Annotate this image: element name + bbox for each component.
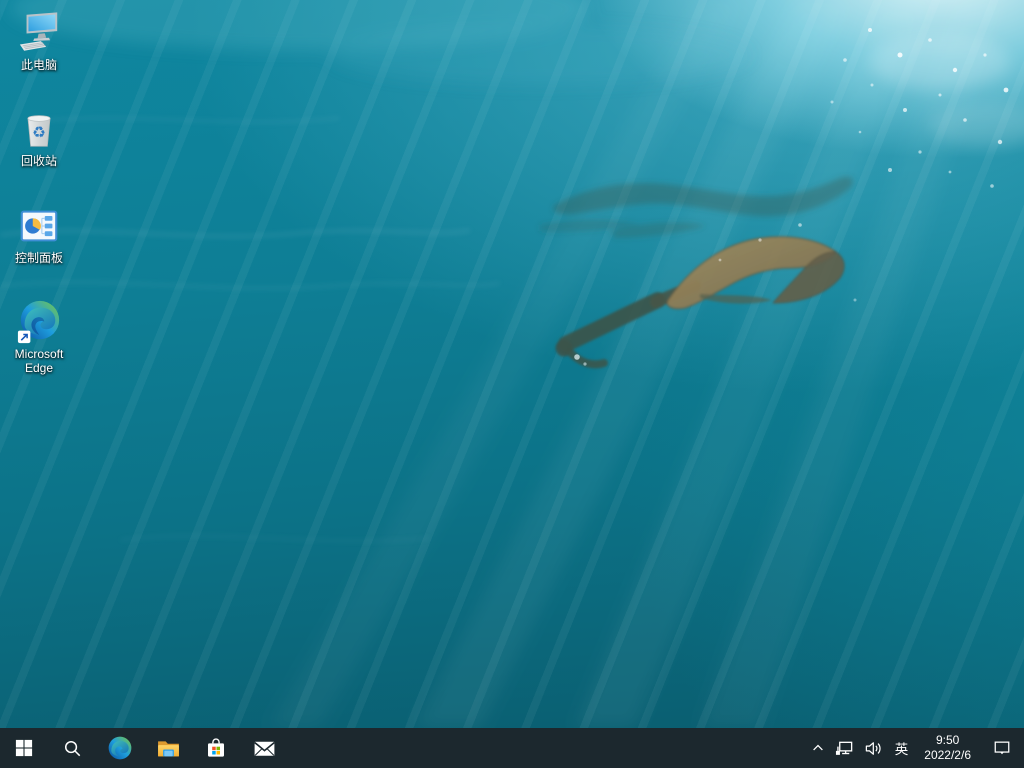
show-hidden-icons-button[interactable] — [806, 728, 830, 768]
search-button[interactable] — [48, 728, 96, 768]
microsoft-edge-icon — [16, 299, 62, 345]
store-bag-icon — [204, 736, 228, 760]
language-indicator[interactable]: 英 — [888, 728, 916, 768]
folder-icon — [156, 736, 181, 761]
taskbar-clock[interactable]: 9:50 2022/2/6 — [915, 728, 980, 768]
desktop-icon-label: 此电脑 — [2, 58, 76, 72]
chevron-up-icon — [811, 741, 825, 755]
desktop-wallpaper — [0, 0, 1024, 728]
network-button[interactable] — [830, 728, 859, 768]
speaker-icon — [864, 739, 883, 758]
clock-time: 9:50 — [936, 733, 959, 748]
control-panel-icon — [16, 203, 62, 249]
clock-date: 2022/2/6 — [924, 748, 971, 763]
taskbar: 英 9:50 2022/2/6 — [0, 728, 1024, 768]
underwater-scene — [0, 0, 1024, 728]
taskbar-store-button[interactable] — [192, 728, 240, 768]
this-pc-icon — [16, 10, 62, 56]
action-center-button[interactable] — [980, 728, 1024, 768]
taskbar-edge-button[interactable] — [96, 728, 144, 768]
search-icon — [63, 739, 82, 758]
desktop-icon-label: 控制面板 — [2, 251, 76, 265]
recycle-bin-icon: ♻ — [16, 106, 62, 152]
envelope-icon — [252, 736, 277, 761]
start-button[interactable] — [0, 728, 48, 768]
system-tray: 英 9:50 2022/2/6 — [806, 728, 1024, 768]
volume-button[interactable] — [859, 728, 888, 768]
desktop-icon-label: Microsoft Edge — [2, 347, 76, 375]
svg-text:♻: ♻ — [32, 124, 46, 142]
windows-logo-icon — [15, 739, 33, 757]
desktop-icon-this-pc[interactable]: 此电脑 — [2, 10, 76, 72]
desktop-icon-label: 回收站 — [2, 154, 76, 168]
edge-icon — [107, 735, 133, 761]
taskbar-mail-button[interactable] — [240, 728, 288, 768]
taskbar-file-explorer-button[interactable] — [144, 728, 192, 768]
ethernet-icon — [835, 739, 854, 758]
desktop-icon-control-panel[interactable]: 控制面板 — [2, 203, 76, 265]
windows-desktop-screen: 此电脑 ♻ 回收站 控制面板 — [0, 0, 1024, 768]
desktop-icon-microsoft-edge[interactable]: Microsoft Edge — [2, 299, 76, 375]
notification-icon — [993, 739, 1011, 757]
desktop-icon-recycle-bin[interactable]: ♻ 回收站 — [2, 106, 76, 168]
